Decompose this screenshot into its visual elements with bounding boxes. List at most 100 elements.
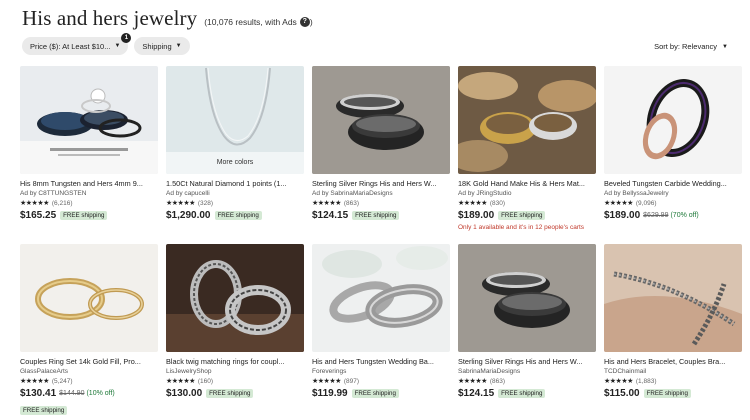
- chevron-down-icon: ▼: [175, 43, 182, 49]
- price: $124.15: [458, 388, 495, 399]
- product-image[interactable]: [458, 244, 596, 352]
- star-rating-icon: ★★★★★: [166, 378, 195, 385]
- star-rating-icon: ★★★★★: [20, 378, 49, 385]
- free-shipping-badge: FREE shipping: [498, 211, 546, 220]
- free-shipping-badge: FREE shipping: [352, 211, 400, 220]
- price-row: $165.25 FREE shipping: [20, 210, 158, 221]
- shipping-filter-button[interactable]: Shipping ▼: [134, 37, 190, 55]
- rating: ★★★★★ (5,247): [20, 377, 158, 386]
- star-rating-icon: ★★★★★: [312, 200, 341, 207]
- product-image[interactable]: [458, 66, 596, 174]
- page-title: His and hers jewelry: [22, 6, 198, 30]
- scarcity-notice: Only 1 available and it's in 12 people's…: [458, 224, 585, 231]
- product-image[interactable]: [20, 244, 158, 352]
- price: $124.15: [312, 210, 349, 221]
- seller-name: TCDChainmail: [604, 368, 647, 375]
- product-title[interactable]: Beveled Tungsten Carbide Wedding...: [604, 179, 742, 188]
- filter-count-badge: 1: [121, 33, 132, 43]
- star-rating-icon: ★★★★★: [166, 200, 195, 207]
- product-title[interactable]: His 8mm Tungsten and Hers 4mm 9...: [20, 179, 158, 188]
- product-card[interactable]: His and Hers Bracelet, Couples Bra... TC…: [604, 244, 742, 399]
- seller-name: GlassPalaceArts: [20, 368, 69, 375]
- rating: ★★★★★ (863): [458, 377, 596, 386]
- product-image[interactable]: [604, 66, 742, 174]
- price-row: $124.15 FREE shipping: [312, 210, 450, 221]
- product-image[interactable]: [20, 66, 158, 174]
- original-price: $144.90: [59, 390, 85, 397]
- price: $130.00: [166, 388, 203, 399]
- results-text: (10,076 results, with Ads: [204, 17, 297, 27]
- product-card[interactable]: His and Hers Tungsten Wedding Ba... Fore…: [312, 244, 450, 399]
- review-count: (863): [489, 377, 506, 385]
- free-shipping-badge: FREE shipping: [20, 406, 68, 415]
- more-colors-label: More colors: [166, 152, 304, 174]
- seller-name: Ad by C8TTUNGSTEN: [20, 190, 87, 197]
- chevron-down-icon: ▼: [722, 43, 728, 50]
- product-image[interactable]: [312, 244, 450, 352]
- price-filter-button[interactable]: Price ($): At Least $10... ▼ 1: [22, 33, 132, 55]
- product-title[interactable]: Sterling Silver Rings His and Hers W...: [458, 357, 596, 366]
- product-card[interactable]: Black twig matching rings for coupl... L…: [166, 244, 304, 399]
- product-card[interactable]: Sterling Silver Rings His and Hers W... …: [312, 66, 450, 221]
- product-title[interactable]: Sterling Silver Rings His and Hers W...: [312, 179, 450, 188]
- product-image[interactable]: More colors: [166, 66, 304, 174]
- product-image[interactable]: [312, 66, 450, 174]
- page-header: His and hers jewelry (10,076 results, wi…: [22, 6, 313, 31]
- price-row: $115.00 FREE shipping: [604, 388, 742, 399]
- product-title[interactable]: His and Hers Tungsten Wedding Ba...: [312, 357, 450, 366]
- sort-dropdown[interactable]: Sort by: Relevancy ▼: [654, 42, 728, 51]
- product-image[interactable]: [604, 244, 742, 352]
- product-card[interactable]: Sterling Silver Rings His and Hers W... …: [458, 244, 596, 399]
- product-card[interactable]: More colors 1.50Ct Natural Diamond 1 poi…: [166, 66, 304, 221]
- price-filter-label: Price ($): At Least $10...: [30, 41, 111, 51]
- price-row: $189.00 FREE shipping: [458, 210, 596, 221]
- rating: ★★★★★ (160): [166, 377, 304, 386]
- product-image[interactable]: [166, 244, 304, 352]
- star-rating-icon: ★★★★★: [312, 378, 341, 385]
- rating: ★★★★★ (1,883): [604, 377, 742, 386]
- product-card[interactable]: Beveled Tungsten Carbide Wedding... Ad b…: [604, 66, 742, 221]
- rating: ★★★★★ (9,096): [604, 199, 742, 208]
- review-count: (897): [343, 377, 360, 385]
- price: $115.00: [604, 388, 640, 399]
- product-title[interactable]: Couples Ring Set 14k Gold Fill, Pro...: [20, 357, 158, 366]
- product-card[interactable]: 18K Gold Hand Make His & Hers Mat... Ad …: [458, 66, 596, 231]
- review-count: (9,096): [635, 199, 657, 207]
- seller-name: Ad by SabrinaMariaDesigns: [312, 190, 393, 197]
- rating: ★★★★★ (897): [312, 377, 450, 386]
- price: $1,290.00: [166, 210, 211, 221]
- review-count: (830): [489, 199, 506, 207]
- product-title[interactable]: His and Hers Bracelet, Couples Bra...: [604, 357, 742, 366]
- shipping-filter-label: Shipping: [142, 41, 172, 51]
- rating: ★★★★★ (830): [458, 199, 596, 208]
- star-rating-icon: ★★★★★: [20, 200, 49, 207]
- seller-name: Ad by capucelli: [166, 190, 210, 197]
- price-row: $124.15 FREE shipping: [458, 388, 596, 399]
- product-title[interactable]: 1.50Ct Natural Diamond 1 points (1...: [166, 179, 304, 188]
- price-row: $1,290.00 FREE shipping: [166, 210, 304, 221]
- review-count: (5,247): [51, 377, 73, 385]
- sort-label: Sort by: Relevancy: [654, 42, 718, 51]
- product-title[interactable]: 18K Gold Hand Make His & Hers Mat...: [458, 179, 596, 188]
- price-row: $119.99 FREE shipping: [312, 388, 450, 399]
- seller-name: SabrinaMariaDesigns: [458, 368, 521, 375]
- seller-name: Foreverings: [312, 368, 347, 375]
- product-title[interactable]: Black twig matching rings for coupl...: [166, 357, 304, 366]
- price: $165.25: [20, 210, 57, 221]
- price-row: $130.41 $144.90 (10% off): [20, 388, 158, 399]
- review-count: (6,216): [51, 199, 73, 207]
- free-shipping-badge: FREE shipping: [643, 389, 691, 398]
- product-card[interactable]: His 8mm Tungsten and Hers 4mm 9... Ad by…: [20, 66, 158, 221]
- free-shipping-badge: FREE shipping: [498, 389, 546, 398]
- results-count: (10,076 results, with Ads ? ): [204, 17, 313, 27]
- price: $130.41: [20, 388, 57, 399]
- star-rating-icon: ★★★★★: [458, 200, 487, 207]
- free-shipping-badge: FREE shipping: [214, 211, 262, 220]
- help-icon[interactable]: ?: [299, 17, 310, 27]
- product-card[interactable]: Couples Ring Set 14k Gold Fill, Pro... G…: [20, 244, 158, 417]
- free-shipping-badge: FREE shipping: [60, 211, 108, 220]
- star-rating-icon: ★★★★★: [604, 378, 633, 385]
- chevron-down-icon: ▼: [114, 43, 121, 49]
- price-row: $130.00 FREE shipping: [166, 388, 304, 399]
- price: $189.00: [458, 210, 495, 221]
